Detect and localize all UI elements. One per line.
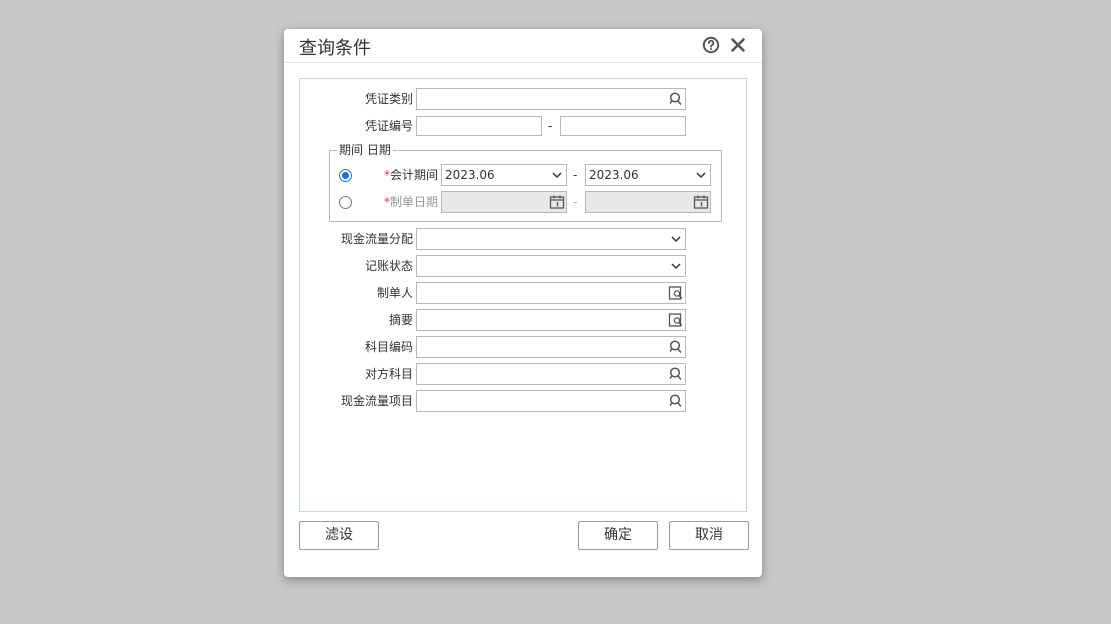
cash-flow-item-input[interactable] (416, 390, 686, 412)
cancel-button[interactable]: 取消 (669, 521, 749, 550)
created-date-text: 制单日期 (389, 195, 438, 209)
chevron-down-icon (671, 263, 681, 270)
query-conditions-dialog: 查询条件 凭证类别 凭证编号 - 期间 日期 *会计期间 2023.06 - 2… (284, 29, 762, 577)
accounting-period-to-value: 2023.06 (589, 168, 639, 182)
period-date-legend: 期间 日期 (337, 142, 393, 158)
subject-code-input[interactable] (416, 336, 686, 358)
close-icon[interactable] (729, 36, 747, 54)
voucher-no-from-input[interactable] (416, 116, 542, 136)
cash-flow-allocation-label: 现金流量分配 (340, 232, 413, 246)
cash-flow-item-label: 现金流量项目 (340, 394, 413, 408)
summary-label: 摘要 (388, 313, 413, 327)
dialog-title: 查询条件 (299, 38, 371, 59)
lookup-icon[interactable] (668, 393, 684, 409)
voucher-type-input[interactable] (416, 88, 686, 110)
accounting-period-text: 会计期间 (389, 168, 438, 182)
voucher-no-label: 凭证编号 (364, 119, 413, 133)
reference-icon[interactable] (668, 285, 684, 301)
posting-status-label: 记账状态 (364, 259, 413, 273)
accounting-period-to-select[interactable]: 2023.06 (585, 164, 711, 186)
voucher-no-to-input[interactable] (560, 116, 686, 136)
cash-flow-allocation-select[interactable] (416, 228, 686, 250)
created-date-from-input[interactable] (441, 191, 567, 213)
filter-settings-button[interactable]: 滤设 (299, 521, 379, 550)
accounting-period-from-value: 2023.06 (445, 168, 495, 182)
voucher-no-separator: - (548, 119, 553, 133)
chevron-down-icon (671, 236, 681, 243)
created-date-label: *制单日期 (364, 191, 438, 213)
posting-status-select[interactable] (416, 255, 686, 277)
counter-subject-input[interactable] (416, 363, 686, 385)
accounting-period-label: *会计期间 (364, 164, 438, 186)
creator-label: 制单人 (376, 286, 413, 300)
lookup-icon[interactable] (668, 339, 684, 355)
created-date-to-input[interactable] (585, 191, 711, 213)
voucher-type-label: 凭证类别 (364, 92, 413, 106)
summary-input[interactable] (416, 309, 686, 331)
help-circle-icon[interactable] (702, 36, 720, 54)
creator-input[interactable] (416, 282, 686, 304)
subject-code-label: 科目编码 (364, 340, 413, 354)
ok-button[interactable]: 确定 (578, 521, 658, 550)
calendar-icon[interactable] (549, 194, 565, 210)
calendar-icon[interactable] (693, 194, 709, 210)
accounting-period-separator: - (573, 168, 578, 182)
chevron-down-icon (696, 172, 706, 179)
reference-icon[interactable] (668, 312, 684, 328)
created-date-separator: - (573, 195, 578, 209)
lookup-icon[interactable] (668, 91, 684, 107)
created-date-radio[interactable] (339, 196, 352, 209)
chevron-down-icon (552, 172, 562, 179)
counter-subject-label: 对方科目 (364, 367, 413, 381)
accounting-period-from-select[interactable]: 2023.06 (441, 164, 567, 186)
accounting-period-radio[interactable] (339, 169, 352, 182)
lookup-icon[interactable] (668, 366, 684, 382)
dialog-header: 查询条件 (284, 29, 762, 63)
